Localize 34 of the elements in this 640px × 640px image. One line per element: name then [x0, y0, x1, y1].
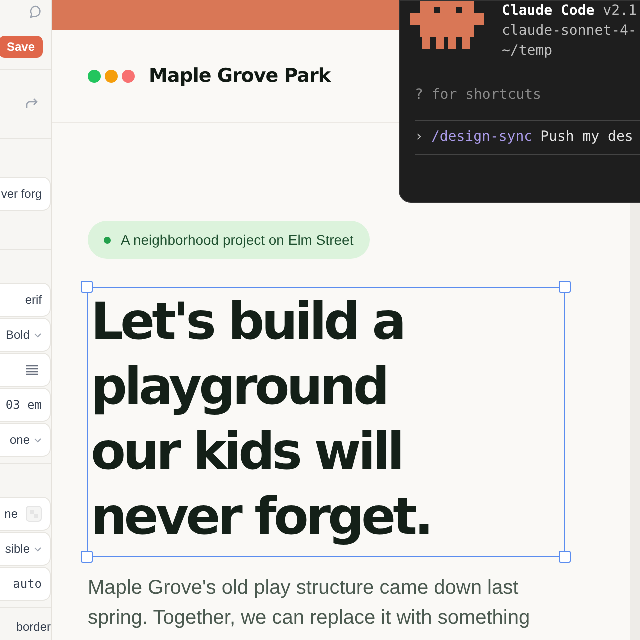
- text-field[interactable]: ver forg: [0, 177, 51, 211]
- badge-text: A neighborhood project on Elm Street: [121, 230, 354, 250]
- redo-icon[interactable]: [25, 98, 39, 110]
- chevron-down-icon: [34, 546, 42, 552]
- resize-handle[interactable]: [559, 551, 571, 563]
- chevron-down-icon: [34, 332, 42, 338]
- align-control[interactable]: [0, 353, 51, 387]
- chat-bubble-icon[interactable]: [29, 5, 43, 19]
- hero-heading: Let's build a playground our kids will never forget.: [91, 292, 431, 549]
- resize-handle[interactable]: [81, 551, 93, 563]
- text-field[interactable]: erif: [0, 283, 51, 317]
- app-name: Claude Code: [502, 3, 595, 19]
- hint-text: ? for shortcuts: [414, 86, 542, 105]
- selection-frame[interactable]: Let's build a playground our kids will never forget.: [87, 287, 565, 557]
- input-field[interactable]: auto: [0, 567, 51, 601]
- input-field[interactable]: 03 em: [0, 388, 51, 422]
- select-field[interactable]: sible: [0, 532, 51, 566]
- select-field[interactable]: Bold: [0, 318, 51, 352]
- fill-field[interactable]: ne: [0, 497, 51, 531]
- select-field[interactable]: one: [0, 423, 51, 457]
- intro-paragraph: Maple Grove's old play structure came down last spring. Together, we can replace it with something: [88, 576, 530, 631]
- prompt-input[interactable]: Push my des: [540, 127, 634, 148]
- resize-handle[interactable]: [559, 281, 571, 293]
- resize-handle[interactable]: [81, 281, 93, 293]
- prompt-symbol: ›: [415, 128, 424, 147]
- model-name: claude-sonnet-4-: [502, 22, 637, 41]
- transparent-swatch-icon: [26, 506, 42, 522]
- brand-name: Maple Grove Park: [149, 64, 330, 89]
- version-text: v2.1: [603, 3, 637, 19]
- command-text: /design-sync: [431, 128, 533, 147]
- chevron-down-icon: [34, 438, 42, 442]
- section-label: border: [16, 619, 51, 636]
- path-text: ~/temp: [502, 42, 554, 61]
- align-justify-icon: [26, 365, 38, 375]
